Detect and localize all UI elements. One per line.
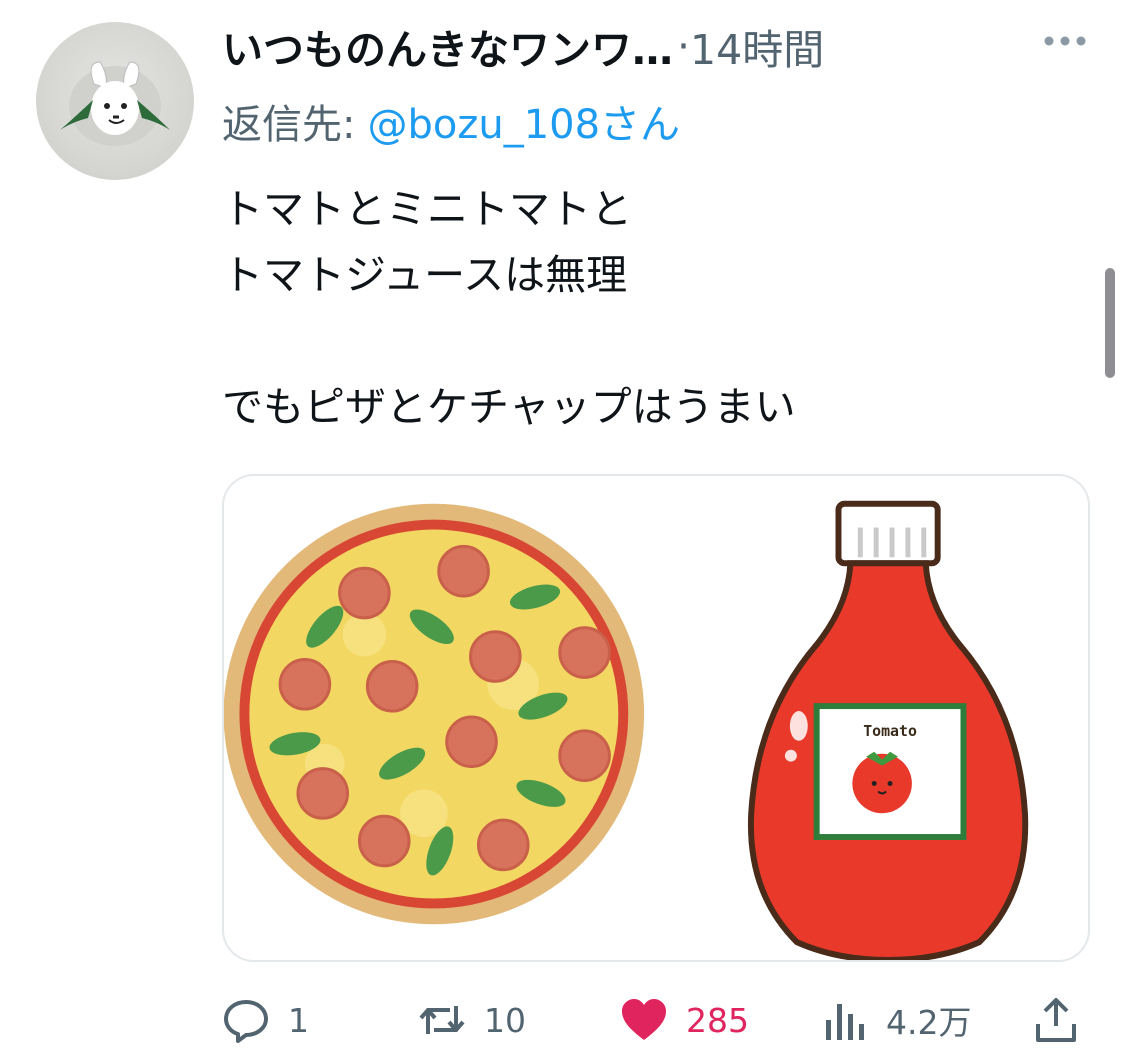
scrollbar[interactable] — [1105, 268, 1115, 378]
reply-button[interactable]: 1 — [222, 990, 309, 1050]
reply-context: 返信先: @bozu_108さん — [222, 96, 680, 148]
ketchup-bottle-illustration: Tomato — [747, 500, 1029, 960]
tweet[interactable]: いつものんきなワンワ… · 14時間 返信先: @bozu_108さん トマトと… — [0, 0, 1124, 1051]
analytics-bars-icon — [826, 1004, 864, 1040]
tweet-media-image[interactable]: Tomato — [222, 474, 1090, 962]
tweet-text: トマトとミニトマトと トマトジュースは無理 でもピザとケチャップはうまい — [222, 176, 1082, 440]
avatar[interactable] — [36, 22, 194, 180]
media-illustration: Tomato — [224, 500, 1029, 960]
bottle-label-text: Tomato — [863, 722, 917, 740]
more-dots-icon[interactable] — [1042, 34, 1088, 48]
avatar-dog-icon — [60, 61, 170, 146]
share-button[interactable] — [1032, 990, 1080, 1050]
tweet-text-line: トマトジュースは無理 — [222, 251, 628, 299]
reply-prefix: 返信先: — [222, 102, 356, 148]
retweet-count: 10 — [484, 1000, 526, 1040]
retweet-icon — [419, 1006, 465, 1034]
heart-icon — [622, 999, 666, 1040]
reply-handle-link[interactable]: @bozu_108さん — [367, 92, 680, 150]
reply-bubble-icon — [224, 1000, 268, 1043]
separator-dot: · — [677, 22, 691, 70]
tweet-text-line: トマトとミニトマトと — [222, 185, 632, 233]
retweet-button[interactable]: 10 — [418, 990, 526, 1050]
like-count: 285 — [686, 1000, 749, 1040]
tweet-text-line: でもピザとケチャップはうまい — [222, 383, 796, 431]
tweet-header: いつものんきなワンワ… · 14時間 — [222, 18, 982, 74]
share-upload-icon — [1036, 998, 1076, 1042]
reply-count: 1 — [288, 1000, 309, 1040]
views-count: 4.2万 — [886, 1003, 972, 1042]
pizza-illustration — [224, 503, 645, 925]
tweet-action-bar: 1 10 285 4.2万 — [222, 990, 1082, 1050]
display-name[interactable]: いつものんきなワンワ… — [222, 16, 673, 76]
views-button[interactable]: 4.2万 — [820, 990, 971, 1050]
like-button[interactable]: 285 — [620, 990, 749, 1050]
tweet-timestamp[interactable]: 14時間 — [690, 16, 824, 76]
